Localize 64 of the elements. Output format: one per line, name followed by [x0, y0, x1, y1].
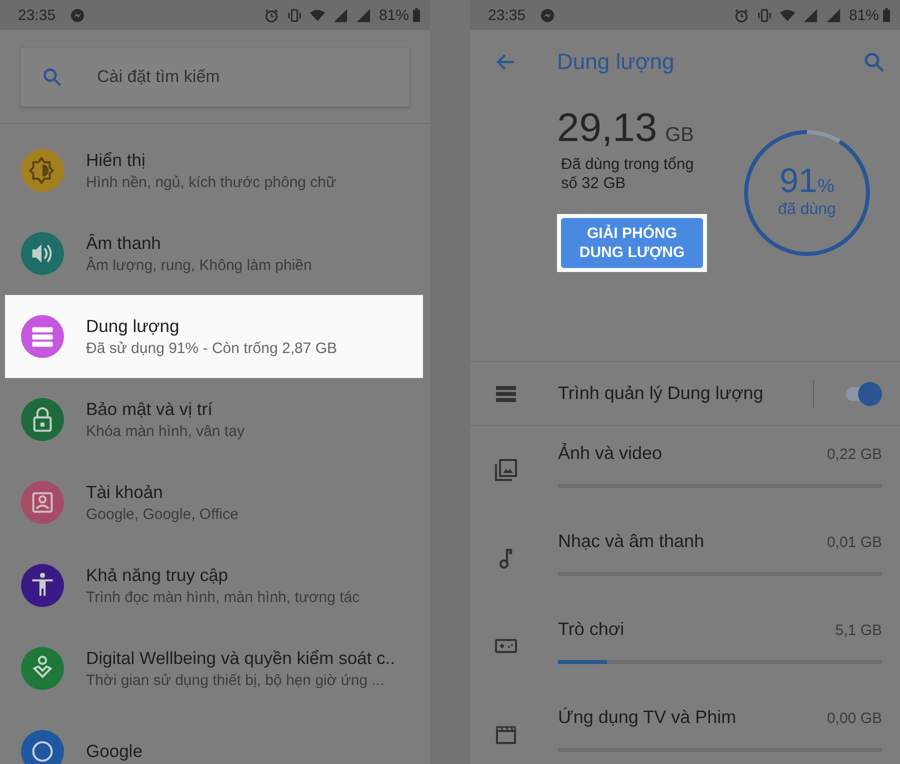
item-title: Tài khoản	[86, 482, 164, 503]
battery-icon	[413, 8, 420, 22]
item-title: Bảo mật và vị trí	[86, 399, 214, 420]
settings-item[interactable]: Google	[5, 710, 423, 764]
clock-time: 23:35	[488, 6, 526, 24]
storage-manager-label: Trình quản lý Dung lượng	[558, 383, 764, 404]
signal-icon	[826, 8, 841, 22]
settings-item[interactable]: Digital Wellbeing và quyền kiểm soát c.. Thời gian sử dụng thiết bị, bộ hẹn giờ ứng ...	[5, 627, 423, 710]
category-size: 0,00 GB	[826, 710, 882, 726]
category-name: Ảnh và video	[558, 442, 662, 464]
settings-item[interactable]: Khả năng truy cập Trình đọc màn hình, màn hình, tương tác	[5, 544, 423, 627]
item-title: Digital Wellbeing và quyền kiểm soát c..	[86, 648, 395, 669]
settings-item[interactable]: Tài khoản Google, Google, Office	[5, 461, 423, 544]
wifi-icon	[310, 8, 325, 22]
battery-percent: 81%	[378, 6, 409, 24]
search-icon[interactable]	[862, 50, 886, 74]
vibrate-icon	[756, 8, 772, 22]
usage-caption: đã dùng	[778, 200, 836, 218]
vibrate-icon	[286, 8, 302, 22]
signal-icon	[802, 8, 818, 22]
battery-icon	[883, 8, 890, 22]
item-subtitle: Hình nền, ngủ, kích thước phông chữ	[86, 174, 336, 191]
item-subtitle: Khóa màn hình, vân tay	[86, 423, 244, 440]
category-name: Ứng dụng TV và Phim	[558, 706, 736, 728]
usage-percent: 91	[780, 162, 818, 200]
search-field[interactable]: Cài đặt tìm kiếm	[95, 66, 379, 88]
percent-sign: %	[817, 176, 834, 198]
item-subtitle: Đã sử dụng 91% - Còn trống 2,87 GB	[86, 340, 338, 357]
category-name: Trò chơi	[558, 618, 624, 640]
item-subtitle: Âm lượng, rung, Không làm phiền	[86, 257, 312, 274]
photo-stack-icon	[494, 458, 518, 482]
signal-icon	[332, 8, 348, 22]
category-size: 0,01 GB	[826, 534, 882, 550]
settings-item[interactable]: Âm thanh Âm lượng, rung, Không làm phiền	[5, 212, 423, 295]
battery-percent: 81%	[848, 6, 879, 24]
wifi-icon	[780, 8, 795, 22]
signal-icon	[356, 8, 371, 22]
messenger-icon	[70, 8, 85, 22]
item-subtitle: Google, Google, Office	[86, 506, 238, 523]
settings-item[interactable]: Dung lượng Đã sử dụng 91% - Còn trống 2,87 GB	[5, 295, 423, 378]
settings-item[interactable]: Bảo mật và vị trí Khóa màn hình, vân tay	[5, 378, 423, 461]
item-subtitle: Trình đọc màn hình, màn hình, tương tác	[86, 589, 360, 606]
free-up-space-button[interactable]: GIẢI PHÓNG DUNG LƯỢNG	[561, 218, 703, 268]
settings-item[interactable]: Hiển thị Hình nền, ngủ, kích thước phông chữ	[5, 129, 423, 212]
used-caption: Đã dùng trong tổng số 32 GB	[560, 155, 695, 193]
item-title: Hiển thị	[86, 150, 146, 171]
page-title: Dung lượng	[557, 49, 674, 75]
item-title: Dung lượng	[86, 316, 180, 337]
category-size: 0,22 GB	[826, 446, 882, 462]
alarm-icon	[264, 8, 279, 22]
category-size: 5,1 GB	[835, 622, 882, 638]
used-amount: 29,13	[557, 106, 658, 151]
used-unit: GB	[665, 124, 694, 147]
search-bar[interactable]: Cài đặt tìm kiếm	[20, 47, 410, 107]
item-title: Google	[86, 741, 142, 762]
clock-time: 23:35	[18, 6, 56, 24]
messenger-icon	[540, 8, 555, 22]
search-icon	[41, 66, 63, 88]
item-title: Khả năng truy cập	[86, 565, 230, 586]
toggle-switch[interactable]	[844, 382, 882, 406]
item-subtitle: Thời gian sử dụng thiết bị, bộ hẹn giờ ứng ...	[86, 672, 386, 689]
category-name: Nhạc và âm thanh	[558, 530, 704, 552]
item-title: Âm thanh	[86, 233, 162, 254]
alarm-icon	[734, 8, 749, 22]
